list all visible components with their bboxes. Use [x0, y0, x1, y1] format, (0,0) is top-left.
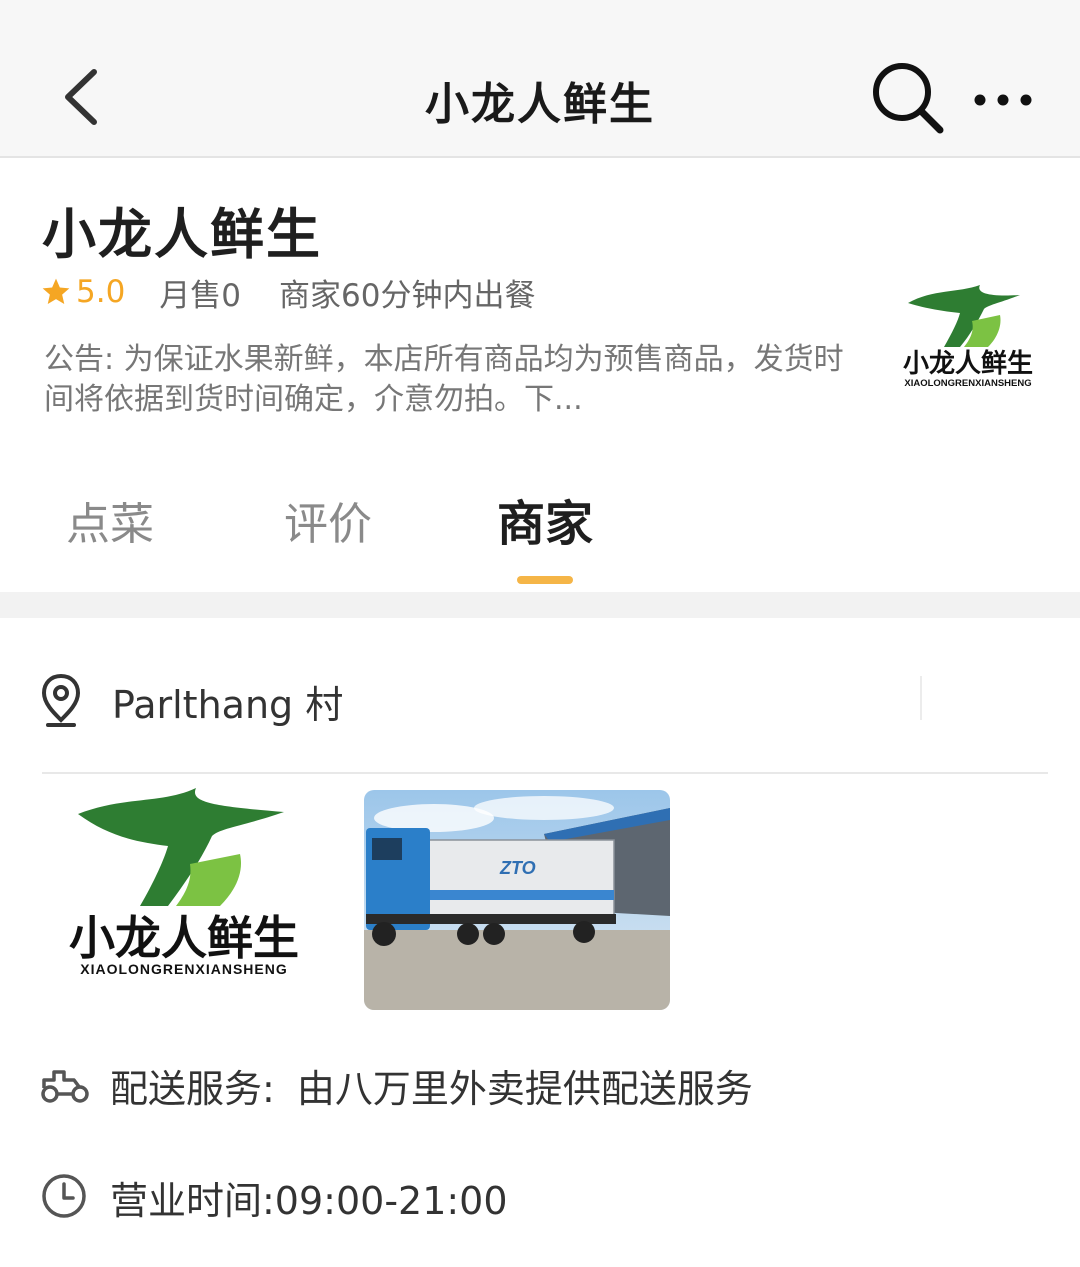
svg-text:小龙人鲜生: 小龙人鲜生	[69, 912, 299, 964]
tab-merchant[interactable]: 商家	[497, 484, 593, 554]
address-row[interactable]: Parlthang 村	[0, 620, 1080, 774]
location-pin-icon	[41, 673, 81, 727]
shop-rating: 5.0	[76, 274, 126, 310]
business-hours-row: 营业时间:09:00-21:00	[0, 1160, 1080, 1230]
vertical-divider	[920, 676, 922, 720]
star-icon	[42, 278, 70, 304]
section-divider	[0, 592, 1080, 618]
tab-order[interactable]: 点菜	[66, 488, 154, 552]
prep-time: 商家60分钟内出餐	[279, 277, 536, 314]
shop-logo: 小龙人鲜生 XIAOLONGRENXIANSHENG	[903, 285, 1033, 389]
tab-bar: 点菜 评价 商家	[0, 480, 1080, 590]
clock-icon	[42, 1174, 86, 1218]
svg-text:ZTO: ZTO	[499, 858, 536, 878]
delivery-service-label: 配送服务:	[110, 1067, 275, 1111]
shop-meta: 5.0 月售0 商家60分钟内出餐	[40, 270, 536, 314]
scooter-icon	[41, 1070, 89, 1103]
svg-text:小龙人鲜生: 小龙人鲜生	[903, 348, 1033, 378]
svg-text:XIAOLONGRENXIANSHENG: XIAOLONGRENXIANSHENG	[904, 378, 1031, 389]
shop-notice[interactable]: 公告: 为保证水果新鲜，本店所有商品均为预售商品，发货时间将依据到货时间确定，介…	[44, 340, 844, 420]
truck-photo[interactable]: ZTO	[364, 790, 670, 1010]
search-icon[interactable]	[868, 58, 948, 138]
delivery-service-row: 配送服务: 由八万里外卖提供配送服务	[0, 1050, 1080, 1120]
shop-name: 小龙人鲜生	[42, 203, 322, 266]
monthly-sales: 月售0	[159, 277, 242, 314]
business-hours: 营业时间:09:00-21:00	[110, 1179, 508, 1223]
svg-text:XIAOLONGRENXIANSHENG: XIAOLONGRENXIANSHENG	[80, 961, 287, 977]
tab-indicator	[517, 576, 573, 584]
shop-address: Parlthang 村	[112, 683, 344, 727]
more-dots-icon[interactable]	[970, 84, 1040, 114]
tab-reviews[interactable]: 评价	[284, 488, 372, 552]
shop-logo-photo[interactable]: 小龙人鲜生 XIAOLONGRENXIANSHENG	[44, 782, 324, 982]
navigation-bar: 小龙人鲜生	[0, 0, 1080, 158]
delivery-service-value: 由八万里外卖提供配送服务	[296, 1067, 753, 1111]
divider	[42, 772, 1048, 774]
